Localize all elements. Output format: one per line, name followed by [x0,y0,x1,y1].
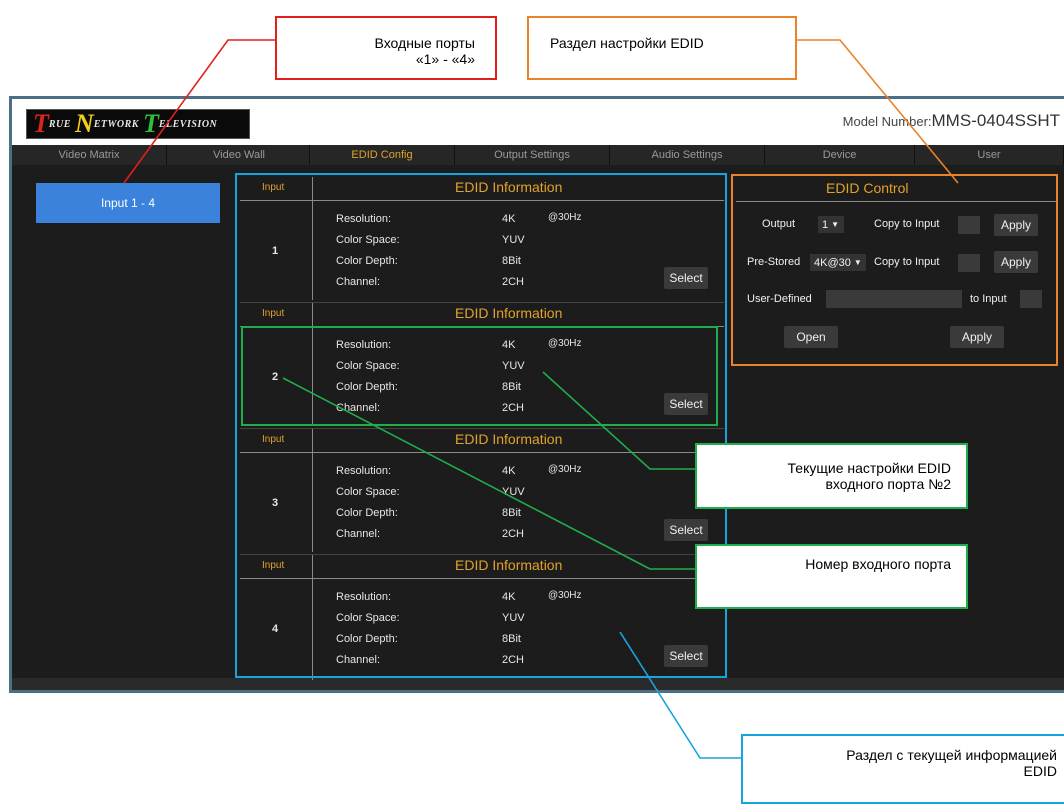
callout-current-edid-line2: входного порта №2 [825,476,951,492]
callout-current-info-line1: Раздел с текущей информацией [846,747,1057,763]
callout-input-ports-line1: Входные порты [374,35,475,51]
logo-letter-n: N [74,109,94,138]
tab-device[interactable]: Device [765,145,915,165]
model-value: MMS-0404SSHT [931,111,1060,130]
callout-edid-section-text: Раздел настройки EDID [550,35,704,51]
logo-word-elevision: ELEVISION [158,118,218,130]
bottom-strip [12,678,1064,690]
callout-input-ports-line2: «1» - «4» [415,51,475,67]
logo-letter-t2: T [142,109,159,138]
tab-video-matrix[interactable]: Video Matrix [12,145,167,165]
tab-audio-settings[interactable]: Audio Settings [610,145,765,165]
callout-edid-section: Раздел настройки EDID [527,16,797,80]
model-number: Model Number:MMS-0404SSHT [843,111,1060,131]
sidebar-item-input-1-4[interactable]: Input 1 - 4 [36,183,220,223]
tab-output-settings[interactable]: Output Settings [455,145,610,165]
main-nav: Video Matrix Video Wall EDID Config Outp… [12,145,1064,165]
top-bar: T RUE N ETWORK T ELEVISION Model Number:… [12,99,1064,145]
tab-edid-config[interactable]: EDID Config [310,145,455,165]
callout-input-ports: Входные порты «1» - «4» [275,16,497,80]
highlight-edid-control-frame [731,174,1058,366]
callout-port-number: Номер входного порта [695,544,968,609]
callout-current-edid: Текущие настройки EDID входного порта №2 [695,443,968,509]
tab-video-wall[interactable]: Video Wall [167,145,310,165]
callout-current-info-line2: EDID [1023,763,1057,779]
callout-current-edid-line1: Текущие настройки EDID [787,460,951,476]
brand-logo: T RUE N ETWORK T ELEVISION [26,109,250,139]
highlight-port-2-frame [241,326,718,426]
logo-word-etwork: ETWORK [93,118,139,130]
callout-port-number-text: Номер входного порта [805,556,951,572]
model-label: Model Number: [842,114,932,129]
logo-word-rue: RUE [48,118,71,130]
logo-letter-t: T [33,109,49,138]
tab-user[interactable]: User [915,145,1064,165]
